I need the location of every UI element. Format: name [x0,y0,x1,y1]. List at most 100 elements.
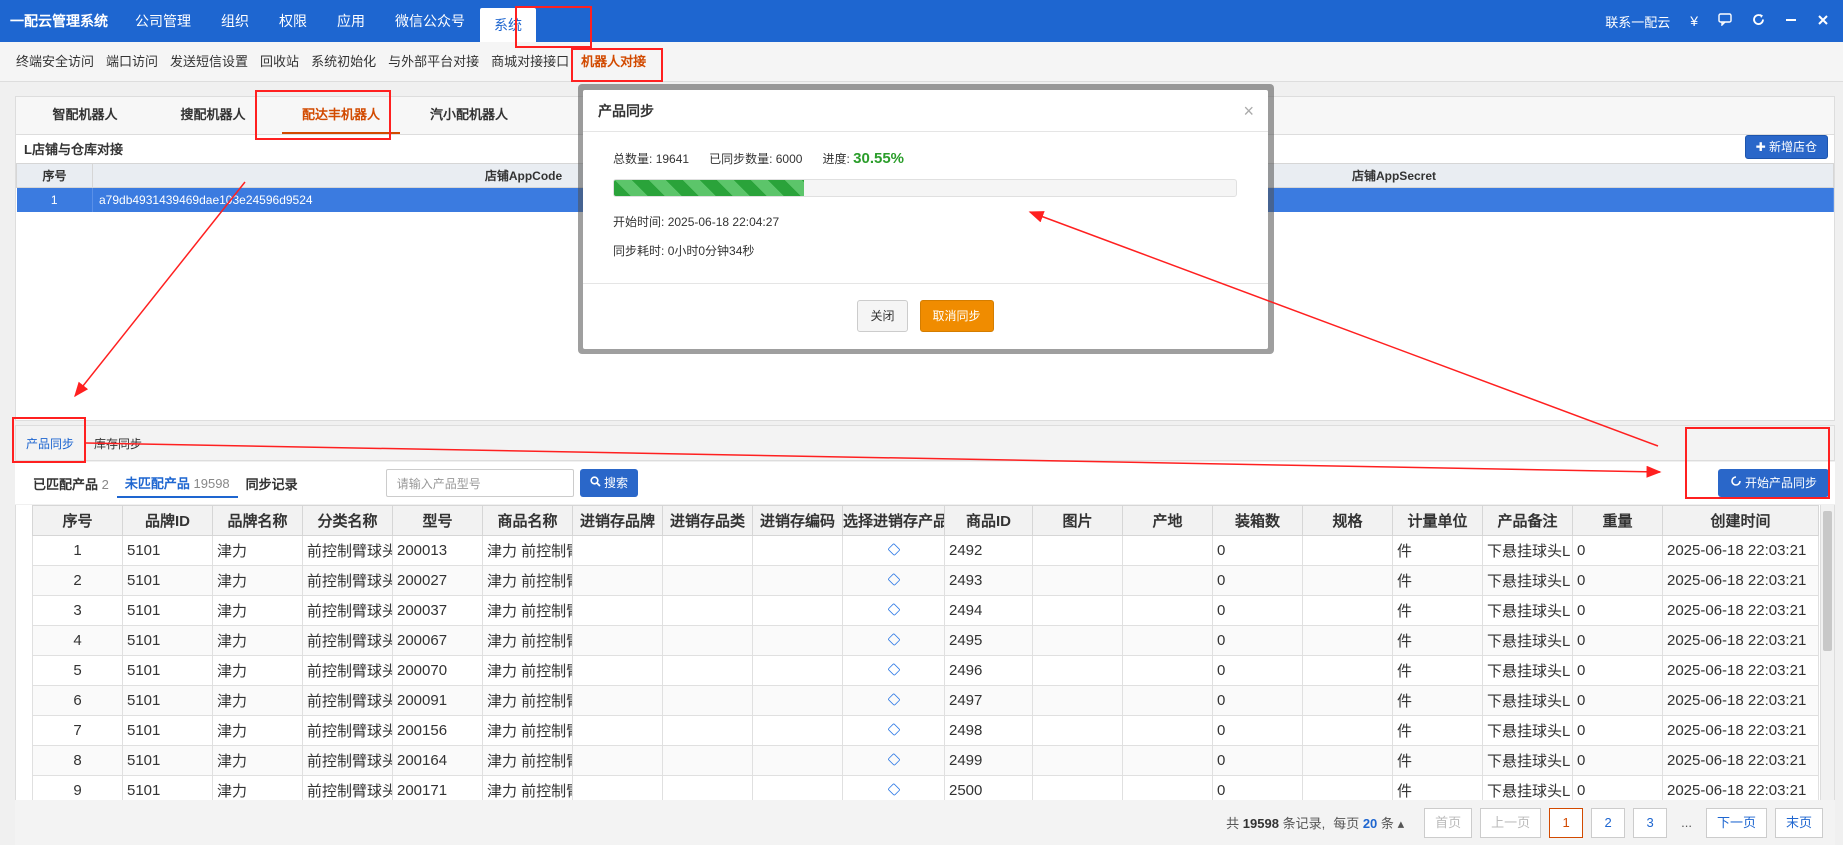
product-cell-6 [572,685,663,716]
top-nav-item-1[interactable]: 组织 [206,0,264,42]
product-col-8[interactable]: 进销存编码 [752,505,843,536]
top-nav-item-2[interactable]: 权限 [264,0,322,42]
product-cell-11 [1032,745,1123,776]
product-cell-16: 下悬挂球头L [1482,655,1573,686]
modal-close-button[interactable]: 关闭 [857,300,908,332]
scrollbar-thumb[interactable] [1823,511,1832,651]
minimize-icon[interactable] [1785,13,1797,29]
page-2-button[interactable]: 2 [1591,807,1626,838]
sub-nav-item-4[interactable]: 系统初始化 [305,42,382,82]
tab-stock-sync[interactable]: 库存同步 [84,435,152,452]
table-row[interactable]: 7 5101 津力 前控制臂球头 200156 津力 前控制臂 2498 0 件下悬挂球头L 0 2… [32,715,1819,746]
tab-sync-records[interactable]: 同步记录 [238,474,306,493]
next-page-button[interactable]: 下一页 [1705,807,1767,838]
tab-product-sync[interactable]: 产品同步 [16,435,84,452]
product-col-3[interactable]: 分类名称 [302,505,393,536]
select-product-cell[interactable] [842,715,945,746]
modal-header: 产品同步 × [583,90,1268,132]
cube-icon[interactable] [886,662,901,677]
product-col-0[interactable]: 序号 [32,505,123,536]
cancel-sync-button[interactable]: 取消同步 [919,300,994,332]
sub-nav-item-1[interactable]: 端口访问 [100,42,164,82]
product-cell-3: 前控制臂球头 [302,595,393,626]
sub-nav-item-5[interactable]: 与外部平台对接 [382,42,485,82]
product-col-12[interactable]: 产地 [1122,505,1213,536]
product-col-5[interactable]: 商品名称 [482,505,573,536]
close-icon[interactable] [1817,13,1829,29]
modal-close-icon[interactable]: × [1243,90,1254,132]
cube-icon[interactable] [886,722,901,737]
top-nav-item-0[interactable]: 公司管理 [120,0,206,42]
product-col-7[interactable]: 进销存品类 [662,505,753,536]
select-product-cell[interactable] [842,565,945,596]
message-icon[interactable] [1718,13,1732,29]
start-product-sync-button[interactable]: 开始产品同步 [1717,469,1829,497]
search-input[interactable]: 请输入产品型号 [385,469,574,497]
product-cell-14 [1302,595,1393,626]
cube-icon[interactable] [886,632,901,647]
product-col-10[interactable]: 商品ID [944,505,1033,536]
robot-tab-0[interactable]: 智配机器人 [26,97,144,134]
product-col-9[interactable]: 选择进销存产品 [842,505,945,536]
robot-tab-3[interactable]: 汽小配机器人 [410,97,528,134]
table-scrollbar[interactable] [1820,505,1834,800]
last-page-button[interactable]: 末页 [1774,807,1823,838]
product-col-17[interactable]: 重量 [1572,505,1663,536]
sub-nav-item-3[interactable]: 回收站 [254,42,305,82]
product-col-11[interactable]: 图片 [1032,505,1123,536]
product-cell-5: 津力 前控制臂 [482,535,573,566]
tab-matched-products[interactable]: 已匹配产品 2 [33,474,117,493]
robot-tab-1[interactable]: 搜配机器人 [154,97,272,134]
table-row[interactable]: 3 5101 津力 前控制臂球头 200037 津力 前控制臂 2494 0 件下悬挂球头L 0 2… [32,595,1819,626]
table-row[interactable]: 6 5101 津力 前控制臂球头 200091 津力 前控制臂 2497 0 件下悬挂球头L 0 2… [32,685,1819,716]
select-product-cell[interactable] [842,685,945,716]
product-cell-4: 200164 [392,745,483,776]
top-nav-item-5[interactable]: 系统 [480,8,536,42]
select-product-cell[interactable] [842,625,945,656]
select-product-cell[interactable] [842,655,945,686]
product-col-16[interactable]: 产品备注 [1482,505,1573,536]
table-row[interactable]: 1 5101 津力 前控制臂球头 200013 津力 前控制臂 2492 0 件下悬挂球头L 0 2… [32,535,1819,566]
sub-nav-item-7[interactable]: 机器人对接 [575,42,652,82]
cube-icon[interactable] [886,692,901,707]
sub-nav-item-6[interactable]: 商城对接接口 [485,42,575,82]
yen-icon[interactable]: ¥ [1690,13,1698,29]
page-3-button[interactable]: 3 [1633,807,1668,838]
table-row[interactable]: 8 5101 津力 前控制臂球头 200164 津力 前控制臂 2499 0 件下悬挂球头L 0 2… [32,745,1819,776]
select-product-cell[interactable] [842,535,945,566]
cube-icon[interactable] [886,542,901,557]
product-col-14[interactable]: 规格 [1302,505,1393,536]
robot-tab-2[interactable]: 配达丰机器人 [282,97,400,134]
product-col-4[interactable]: 型号 [392,505,483,536]
table-row[interactable]: 4 5101 津力 前控制臂球头 200067 津力 前控制臂 2495 0 件下悬挂球头L 0 2… [32,625,1819,656]
add-store-button[interactable]: ✚ 新增店仓 [1744,135,1828,159]
first-page-button[interactable]: 首页 [1424,807,1473,838]
product-col-2[interactable]: 品牌名称 [212,505,303,536]
product-col-1[interactable]: 品牌ID [122,505,213,536]
product-col-13[interactable]: 装箱数 [1212,505,1303,536]
top-nav-item-3[interactable]: 应用 [322,0,380,42]
product-cell-0: 2 [32,565,123,596]
pager-per-page[interactable]: 每页 20 条 ▴ [1333,813,1404,832]
cube-icon[interactable] [886,782,901,797]
search-button[interactable]: 搜索 [579,469,639,497]
tab-unmatched-products[interactable]: 未匹配产品 19598 [116,469,238,498]
top-nav-item-4[interactable]: 微信公众号 [380,0,480,42]
contact-link[interactable]: 联系一配云 [1605,12,1670,31]
refresh-icon[interactable] [1752,13,1765,29]
cube-icon[interactable] [886,572,901,587]
product-col-18[interactable]: 创建时间 [1662,505,1819,536]
cube-icon[interactable] [886,752,901,767]
select-product-cell[interactable] [842,745,945,776]
product-col-15[interactable]: 计量单位 [1392,505,1483,536]
sub-nav-item-2[interactable]: 发送短信设置 [164,42,254,82]
table-row[interactable]: 2 5101 津力 前控制臂球头 200027 津力 前控制臂 2493 0 件下悬挂球头L 0 2… [32,565,1819,596]
product-cell-5: 津力 前控制臂 [482,745,573,776]
cube-icon[interactable] [886,602,901,617]
sub-nav-item-0[interactable]: 终端安全访问 [10,42,100,82]
page-1-button[interactable]: 1 [1549,807,1584,838]
select-product-cell[interactable] [842,595,945,626]
prev-page-button[interactable]: 上一页 [1480,807,1542,838]
table-row[interactable]: 5 5101 津力 前控制臂球头 200070 津力 前控制臂 2496 0 件下悬挂球头L 0 2… [32,655,1819,686]
product-col-6[interactable]: 进销存品牌 [572,505,663,536]
